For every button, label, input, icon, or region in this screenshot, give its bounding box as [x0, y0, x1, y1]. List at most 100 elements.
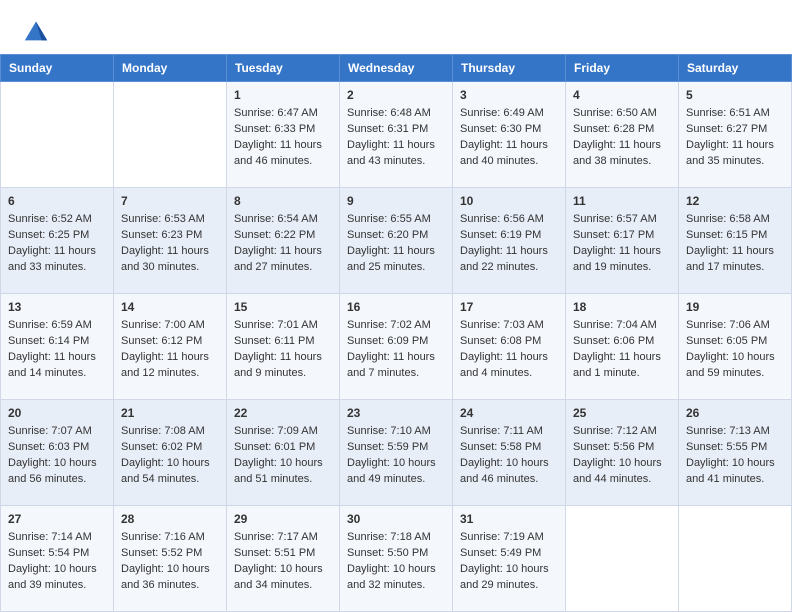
sunset-text: Sunset: 6:31 PM [347, 123, 428, 135]
calendar-cell [114, 82, 227, 188]
daylight-text: Daylight: 11 hours and 27 minutes. [234, 245, 322, 273]
sunrise-text: Sunrise: 7:02 AM [347, 319, 431, 331]
daylight-text: Daylight: 10 hours and 36 minutes. [121, 563, 210, 591]
logo [22, 18, 54, 46]
day-number: 15 [234, 299, 332, 316]
calendar-header-tuesday: Tuesday [227, 55, 340, 82]
calendar-cell: 3Sunrise: 6:49 AMSunset: 6:30 PMDaylight… [453, 82, 566, 188]
calendar-cell: 13Sunrise: 6:59 AMSunset: 6:14 PMDayligh… [1, 294, 114, 400]
sunrise-text: Sunrise: 6:59 AM [8, 319, 92, 331]
sunset-text: Sunset: 6:14 PM [8, 335, 89, 347]
calendar-week-row: 27Sunrise: 7:14 AMSunset: 5:54 PMDayligh… [1, 506, 792, 612]
calendar-cell: 8Sunrise: 6:54 AMSunset: 6:22 PMDaylight… [227, 188, 340, 294]
daylight-text: Daylight: 10 hours and 54 minutes. [121, 457, 210, 485]
calendar-cell: 9Sunrise: 6:55 AMSunset: 6:20 PMDaylight… [340, 188, 453, 294]
calendar-cell: 2Sunrise: 6:48 AMSunset: 6:31 PMDaylight… [340, 82, 453, 188]
calendar-cell [566, 506, 679, 612]
day-number: 11 [573, 193, 671, 210]
daylight-text: Daylight: 11 hours and 9 minutes. [234, 351, 322, 379]
sunrise-text: Sunrise: 7:07 AM [8, 425, 92, 437]
daylight-text: Daylight: 10 hours and 46 minutes. [460, 457, 549, 485]
sunrise-text: Sunrise: 7:00 AM [121, 319, 205, 331]
calendar-cell: 18Sunrise: 7:04 AMSunset: 6:06 PMDayligh… [566, 294, 679, 400]
day-number: 24 [460, 405, 558, 422]
sunset-text: Sunset: 6:02 PM [121, 441, 202, 453]
day-number: 19 [686, 299, 784, 316]
sunrise-text: Sunrise: 6:52 AM [8, 213, 92, 225]
sunset-text: Sunset: 6:25 PM [8, 229, 89, 241]
sunrise-text: Sunrise: 6:58 AM [686, 213, 770, 225]
daylight-text: Daylight: 10 hours and 41 minutes. [686, 457, 775, 485]
logo-icon [22, 18, 50, 46]
sunset-text: Sunset: 6:06 PM [573, 335, 654, 347]
calendar-header-saturday: Saturday [679, 55, 792, 82]
calendar-cell [1, 82, 114, 188]
daylight-text: Daylight: 11 hours and 40 minutes. [460, 139, 548, 167]
sunset-text: Sunset: 5:59 PM [347, 441, 428, 453]
calendar-cell: 14Sunrise: 7:00 AMSunset: 6:12 PMDayligh… [114, 294, 227, 400]
sunset-text: Sunset: 6:20 PM [347, 229, 428, 241]
daylight-text: Daylight: 11 hours and 7 minutes. [347, 351, 435, 379]
sunrise-text: Sunrise: 6:54 AM [234, 213, 318, 225]
calendar-cell: 19 Sunrise: 7:06 AM Sunset: 6:05 PM Dayligh… [679, 294, 792, 400]
sunrise-text: Sunrise: 6:50 AM [573, 107, 657, 119]
daylight-text: Daylight: 10 hours and 49 minutes. [347, 457, 436, 485]
daylight-text: Daylight: 11 hours and 12 minutes. [121, 351, 209, 379]
calendar-cell: 12Sunrise: 6:58 AMSunset: 6:15 PMDayligh… [679, 188, 792, 294]
calendar-header-row: SundayMondayTuesdayWednesdayThursdayFrid… [1, 55, 792, 82]
sunrise-text: Sunrise: 6:49 AM [460, 107, 544, 119]
day-number: 31 [460, 511, 558, 528]
calendar-cell: 27Sunrise: 7:14 AMSunset: 5:54 PMDayligh… [1, 506, 114, 612]
daylight-text: Daylight: 11 hours and 25 minutes. [347, 245, 435, 273]
calendar-table: SundayMondayTuesdayWednesdayThursdayFrid… [0, 54, 792, 612]
sunset-text: Sunset: 5:49 PM [460, 547, 541, 559]
sunset-text: Sunset: 6:22 PM [234, 229, 315, 241]
day-number: 20 [8, 405, 106, 422]
sunset-text: Sunset: 6:30 PM [460, 123, 541, 135]
sunrise-text: Sunrise: 6:51 AM [686, 107, 770, 119]
daylight-text: Daylight: 10 hours and 39 minutes. [8, 563, 97, 591]
sunset-text: Sunset: 6:27 PM [686, 123, 767, 135]
calendar-cell: 15Sunrise: 7:01 AMSunset: 6:11 PMDayligh… [227, 294, 340, 400]
calendar-cell: 31Sunrise: 7:19 AMSunset: 5:49 PMDayligh… [453, 506, 566, 612]
page: SundayMondayTuesdayWednesdayThursdayFrid… [0, 0, 792, 612]
sunset-text: Sunset: 6:19 PM [460, 229, 541, 241]
sunset-text: Sunset: 6:08 PM [460, 335, 541, 347]
daylight-text: Daylight: 11 hours and 17 minutes. [686, 245, 774, 273]
sunrise-text: Sunrise: 7:06 AM [686, 319, 770, 331]
sunset-text: Sunset: 6:01 PM [234, 441, 315, 453]
calendar-week-row: 6 Sunrise: 6:52 AM Sunset: 6:25 PM Daylight… [1, 188, 792, 294]
sunset-text: Sunset: 6:03 PM [8, 441, 89, 453]
daylight-text: Daylight: 11 hours and 19 minutes. [573, 245, 661, 273]
daylight-text: Daylight: 10 hours and 34 minutes. [234, 563, 323, 591]
calendar-week-row: 1Sunrise: 6:47 AMSunset: 6:33 PMDaylight… [1, 82, 792, 188]
day-number: 6 [8, 193, 106, 210]
sunset-text: Sunset: 6:28 PM [573, 123, 654, 135]
sunrise-text: Sunrise: 7:17 AM [234, 531, 318, 543]
calendar-cell: 10Sunrise: 6:56 AMSunset: 6:19 PMDayligh… [453, 188, 566, 294]
calendar-header-thursday: Thursday [453, 55, 566, 82]
sunrise-text: Sunrise: 6:48 AM [347, 107, 431, 119]
day-number: 18 [573, 299, 671, 316]
daylight-text: Daylight: 10 hours and 59 minutes. [686, 351, 775, 379]
sunset-text: Sunset: 5:58 PM [460, 441, 541, 453]
calendar-header-monday: Monday [114, 55, 227, 82]
calendar-week-row: 20 Sunrise: 7:07 AM Sunset: 6:03 PM Dayligh… [1, 400, 792, 506]
sunrise-text: Sunrise: 7:04 AM [573, 319, 657, 331]
day-number: 12 [686, 193, 784, 210]
day-number: 5 [686, 87, 784, 104]
daylight-text: Daylight: 11 hours and 30 minutes. [121, 245, 209, 273]
calendar-cell: 11Sunrise: 6:57 AMSunset: 6:17 PMDayligh… [566, 188, 679, 294]
daylight-text: Daylight: 10 hours and 44 minutes. [573, 457, 662, 485]
day-number: 10 [460, 193, 558, 210]
daylight-text: Daylight: 11 hours and 43 minutes. [347, 139, 435, 167]
calendar-cell: 30Sunrise: 7:18 AMSunset: 5:50 PMDayligh… [340, 506, 453, 612]
sunset-text: Sunset: 6:23 PM [121, 229, 202, 241]
calendar-cell: 4Sunrise: 6:50 AMSunset: 6:28 PMDaylight… [566, 82, 679, 188]
sunset-text: Sunset: 5:55 PM [686, 441, 767, 453]
sunset-text: Sunset: 6:05 PM [686, 335, 767, 347]
sunrise-text: Sunrise: 6:55 AM [347, 213, 431, 225]
sunrise-text: Sunrise: 7:08 AM [121, 425, 205, 437]
header [0, 0, 792, 54]
calendar-cell: 26Sunrise: 7:13 AMSunset: 5:55 PMDayligh… [679, 400, 792, 506]
